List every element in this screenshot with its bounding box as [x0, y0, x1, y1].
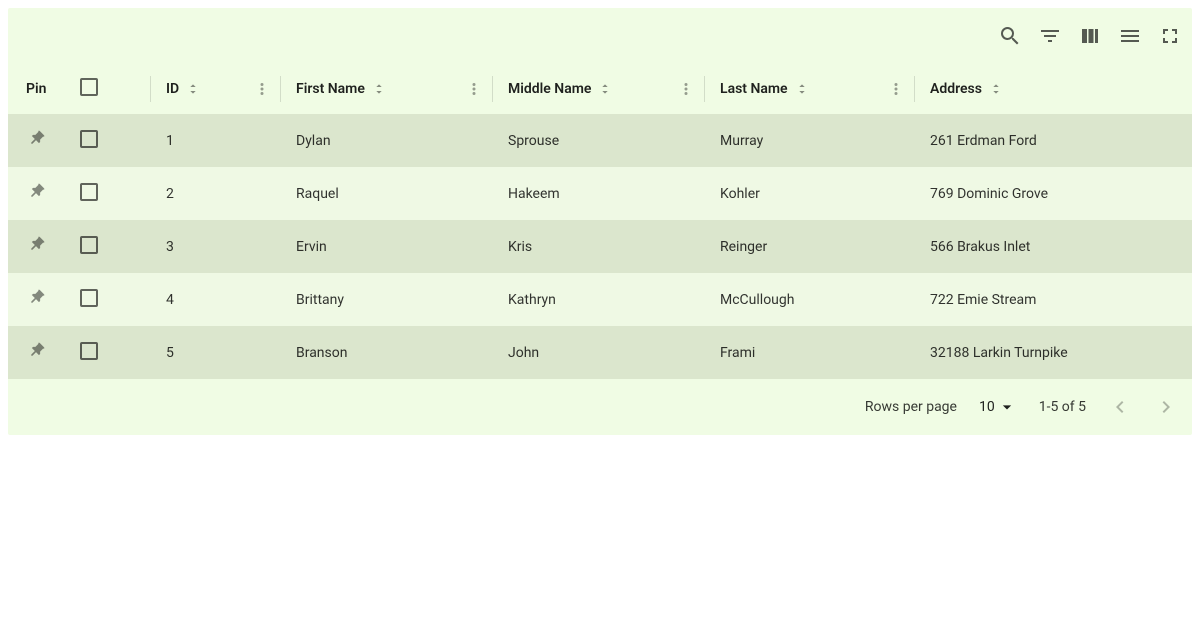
cell-address: 261 Erdman Ford [914, 114, 1192, 167]
sort-icon[interactable] [597, 81, 613, 97]
cell-id: 2 [150, 167, 280, 220]
next-page-button[interactable] [1154, 395, 1178, 419]
column-header-id[interactable]: ID [150, 64, 280, 114]
column-menu-icon[interactable] [886, 79, 906, 99]
cell-address: 32188 Larkin Turnpike [914, 326, 1192, 379]
table-row[interactable]: 3 Ervin Kris Reinger 566 Brakus Inlet [8, 220, 1192, 273]
column-label: First Name [296, 81, 365, 97]
table-row[interactable]: 2 Raquel Hakeem Kohler 769 Dominic Grove [8, 167, 1192, 220]
cell-last: Reinger [704, 220, 914, 273]
pin-icon[interactable] [26, 129, 46, 149]
column-header-last-name[interactable]: Last Name [704, 64, 914, 114]
cell-middle: Sprouse [492, 114, 704, 167]
cell-first: Dylan [280, 114, 492, 167]
cell-first: Brittany [280, 273, 492, 326]
pagination-range: 1-5 of 5 [1039, 399, 1086, 415]
cell-address: 769 Dominic Grove [914, 167, 1192, 220]
cell-first: Raquel [280, 167, 492, 220]
pin-icon[interactable] [26, 235, 46, 255]
cell-last: Murray [704, 114, 914, 167]
cell-id: 3 [150, 220, 280, 273]
toolbar [8, 8, 1192, 64]
column-label: ID [166, 81, 179, 97]
row-checkbox[interactable] [80, 130, 98, 148]
pagination: Rows per page 10 1-5 of 5 [8, 379, 1192, 435]
search-icon[interactable] [998, 24, 1022, 48]
previous-page-button[interactable] [1108, 395, 1132, 419]
density-icon[interactable] [1118, 24, 1142, 48]
row-checkbox[interactable] [80, 183, 98, 201]
sort-icon[interactable] [988, 81, 1004, 97]
row-checkbox[interactable] [80, 289, 98, 307]
row-checkbox[interactable] [80, 342, 98, 360]
cell-middle: John [492, 326, 704, 379]
cell-middle: Kris [492, 220, 704, 273]
pin-icon[interactable] [26, 341, 46, 361]
row-checkbox[interactable] [80, 236, 98, 254]
column-label: Middle Name [508, 81, 591, 97]
cell-last: Frami [704, 326, 914, 379]
pin-icon[interactable] [26, 182, 46, 202]
columns-icon[interactable] [1078, 24, 1102, 48]
cell-address: 566 Brakus Inlet [914, 220, 1192, 273]
sort-icon[interactable] [185, 81, 201, 97]
cell-last: Kohler [704, 167, 914, 220]
column-menu-icon[interactable] [676, 79, 696, 99]
filter-icon[interactable] [1038, 24, 1062, 48]
cell-id: 4 [150, 273, 280, 326]
table-row[interactable]: 1 Dylan Sprouse Murray 261 Erdman Ford [8, 114, 1192, 167]
cell-middle: Hakeem [492, 167, 704, 220]
cell-first: Ervin [280, 220, 492, 273]
sort-icon[interactable] [794, 81, 810, 97]
chevron-down-icon [997, 397, 1017, 417]
cell-id: 1 [150, 114, 280, 167]
column-header-pin[interactable]: Pin [8, 64, 80, 114]
column-header-middle-name[interactable]: Middle Name [492, 64, 704, 114]
column-header-address[interactable]: Address [914, 64, 1192, 114]
table-row[interactable]: 4 Brittany Kathryn McCullough 722 Emie S… [8, 273, 1192, 326]
sort-icon[interactable] [371, 81, 387, 97]
cell-last: McCullough [704, 273, 914, 326]
rows-per-page-select[interactable]: 10 [979, 397, 1017, 417]
column-header-select-all[interactable] [80, 64, 150, 114]
cell-middle: Kathryn [492, 273, 704, 326]
cell-id: 5 [150, 326, 280, 379]
fullscreen-icon[interactable] [1158, 24, 1182, 48]
column-header-first-name[interactable]: First Name [280, 64, 492, 114]
cell-first: Branson [280, 326, 492, 379]
column-menu-icon[interactable] [252, 79, 272, 99]
cell-address: 722 Emie Stream [914, 273, 1192, 326]
pin-icon[interactable] [26, 288, 46, 308]
column-menu-icon[interactable] [464, 79, 484, 99]
rows-per-page-value: 10 [979, 399, 995, 415]
table-row[interactable]: 5 Branson John Frami 32188 Larkin Turnpi… [8, 326, 1192, 379]
column-label: Pin [26, 81, 46, 97]
column-label: Address [930, 81, 982, 97]
rows-per-page-label: Rows per page [865, 399, 957, 415]
column-label: Last Name [720, 81, 788, 97]
data-table: Pin ID [8, 64, 1192, 379]
select-all-checkbox[interactable] [80, 78, 98, 96]
